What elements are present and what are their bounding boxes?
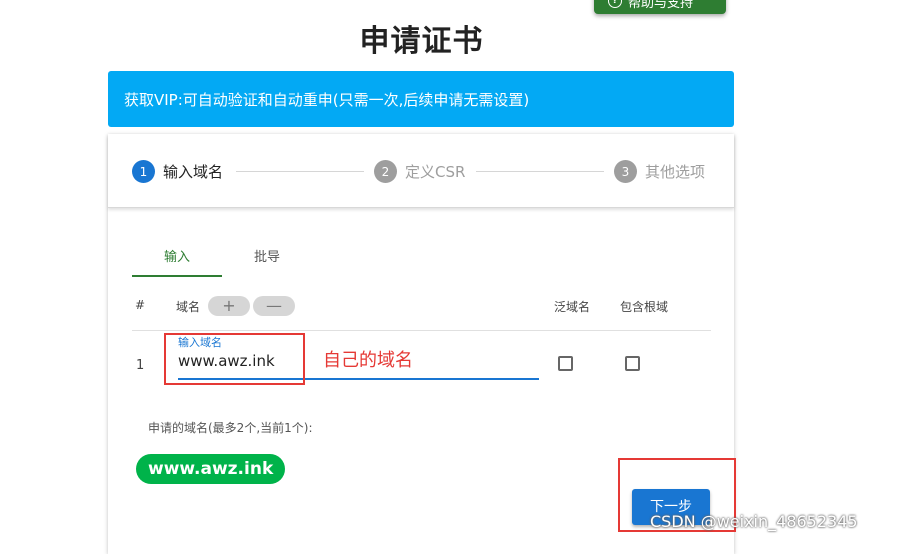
- help-circle-icon: ?: [608, 0, 622, 8]
- step-connector: [476, 171, 604, 172]
- tab-active-indicator: [132, 275, 222, 277]
- include-root-checkbox[interactable]: [625, 356, 640, 371]
- row-index: 1: [136, 358, 145, 373]
- step-label: 其他选项: [645, 163, 706, 181]
- column-header-wildcard: 泛域名: [554, 300, 591, 314]
- watermark: CSDN @weixin_48652345: [650, 512, 858, 531]
- annotation-text: 自己的域名: [323, 350, 413, 371]
- wildcard-checkbox[interactable]: [558, 356, 573, 371]
- tab-batch-import[interactable]: 批导: [222, 246, 312, 265]
- step-number: 1: [132, 160, 155, 183]
- help-support-button[interactable]: ? 帮助与支持: [594, 0, 726, 14]
- step-define-csr: 2 定义CSR: [374, 160, 465, 183]
- step-connector: [236, 171, 364, 172]
- annotation-box-domain-input: [164, 333, 305, 385]
- plus-icon[interactable]: +: [208, 296, 250, 316]
- step-other-options: 3 其他选项: [614, 160, 705, 183]
- step-enter-domain: 1 输入域名: [132, 160, 223, 183]
- help-support-label: 帮助与支持: [628, 0, 694, 11]
- tab-input[interactable]: 输入: [132, 246, 222, 265]
- vip-banner[interactable]: 获取VIP:可自动验证和自动重申(只需一次,后续申请无需设置): [108, 71, 734, 127]
- column-header-index: #: [135, 298, 146, 312]
- vip-banner-text: 获取VIP:可自动验证和自动重申(只需一次,后续申请无需设置): [124, 91, 530, 109]
- page-title: 申请证书: [359, 24, 484, 59]
- domain-chip: www.awz.ink: [136, 454, 286, 484]
- step-number: 3: [614, 160, 637, 183]
- minus-icon[interactable]: —: [253, 296, 295, 316]
- column-header-domain: 域名: [176, 300, 201, 314]
- applied-domains-label: 申请的域名(最多2个,当前1个):: [148, 421, 313, 435]
- step-number: 2: [374, 160, 397, 183]
- step-label: 定义CSR: [405, 163, 466, 181]
- step-label: 输入域名: [163, 163, 224, 181]
- stepper: 1 输入域名 2 定义CSR 3 其他选项: [108, 134, 734, 208]
- table-header-divider: [132, 330, 711, 331]
- column-header-include-root: 包含根域: [620, 300, 669, 314]
